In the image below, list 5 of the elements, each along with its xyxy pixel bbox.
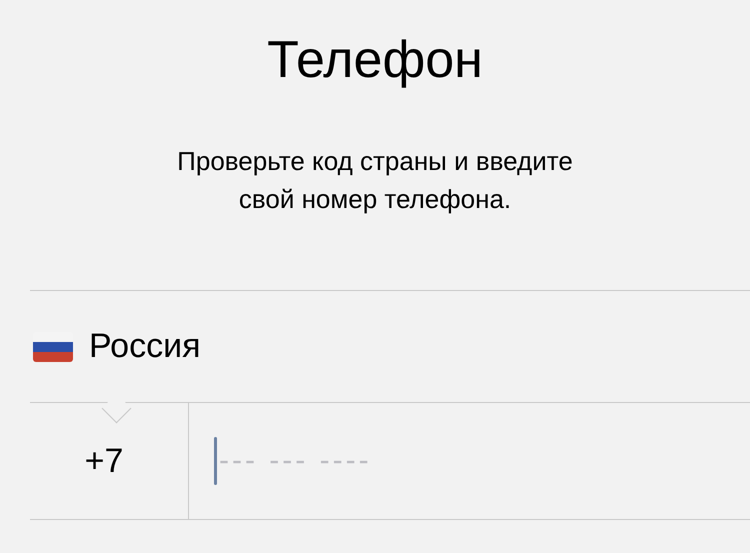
instruction-text: Проверьте код страны и введите свой номер телефона. [176,145,574,216]
phone-number-field[interactable]: --- --- ---- [219,444,619,478]
country-selector[interactable]: Россия [30,291,750,403]
screen-title: Телефон [266,30,484,91]
country-code: +7 [84,442,124,480]
